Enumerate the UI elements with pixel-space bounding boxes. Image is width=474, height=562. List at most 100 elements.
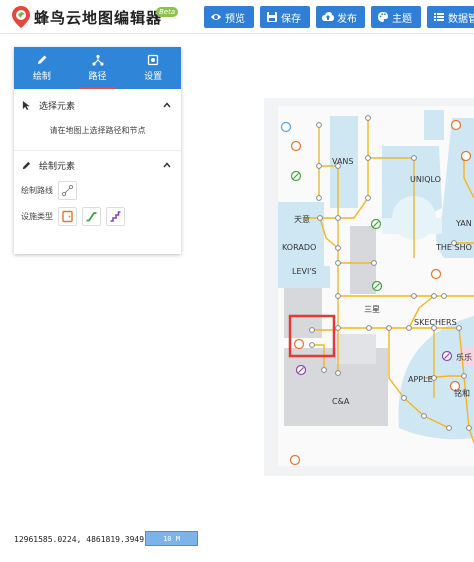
path-node[interactable] bbox=[366, 325, 372, 331]
theme-button-label: 主题 bbox=[392, 13, 412, 25]
store-block[interactable] bbox=[330, 116, 358, 158]
draw-path-label: 绘制路线 bbox=[21, 185, 53, 195]
save-icon bbox=[267, 12, 277, 22]
path-node[interactable] bbox=[309, 327, 315, 333]
path-node[interactable] bbox=[316, 163, 322, 169]
tab-settings-label: 设置 bbox=[144, 72, 163, 82]
atrium bbox=[382, 218, 442, 234]
path-node[interactable] bbox=[335, 293, 341, 299]
draw-path-tool-button[interactable] bbox=[58, 180, 77, 200]
pencil-icon bbox=[37, 55, 47, 64]
store-label-apple: APPLE bbox=[408, 375, 433, 384]
store-block[interactable] bbox=[424, 110, 444, 140]
store-label-canda: C&A bbox=[332, 397, 350, 406]
path-node[interactable] bbox=[461, 373, 467, 379]
chevron-up-icon[interactable] bbox=[163, 161, 171, 169]
select-section-header[interactable]: 选择元素 bbox=[14, 95, 181, 115]
path-node[interactable] bbox=[386, 325, 392, 331]
floor-map[interactable]: VANS UNIQLO 天意 KORADO LEVI'S 三星 SKECHERS… bbox=[264, 98, 474, 476]
facility-type-row: 设施类型 bbox=[14, 203, 181, 229]
escalator-icon bbox=[86, 211, 97, 221]
path-node[interactable] bbox=[411, 293, 417, 299]
restroom-marker-icon[interactable] bbox=[430, 268, 442, 280]
path-node[interactable] bbox=[431, 293, 437, 299]
restroom-marker-icon[interactable] bbox=[293, 338, 305, 350]
select-hint: 请在地图上选择路径和节点 bbox=[14, 115, 181, 151]
store-label-skechers: SKECHERS bbox=[414, 318, 457, 327]
theme-button[interactable]: 主题 bbox=[371, 6, 421, 28]
restroom-marker-icon[interactable] bbox=[289, 454, 301, 466]
tab-path[interactable]: 路径 bbox=[70, 47, 126, 89]
eye-icon bbox=[211, 14, 221, 20]
store-label-tianyi: 天意 bbox=[294, 214, 310, 224]
restroom-marker-icon[interactable] bbox=[290, 140, 302, 152]
coordinate-readout: 12961585.0224, 4861819.3949 bbox=[14, 535, 145, 544]
info-marker-icon[interactable] bbox=[280, 121, 292, 133]
path-node[interactable] bbox=[365, 195, 371, 201]
path-node[interactable] bbox=[401, 395, 407, 401]
edit-panel: 绘制 路径 设置 选择元素 请在地图上选择路径和节点 绘制元素 绘制路线 设施类… bbox=[14, 47, 181, 254]
facility-stairs-button[interactable] bbox=[106, 206, 125, 226]
save-button-label: 保存 bbox=[281, 13, 301, 25]
path-node[interactable] bbox=[309, 342, 315, 348]
path-node[interactable] bbox=[335, 245, 341, 251]
scale-bar: 10 M bbox=[145, 531, 198, 546]
path-node[interactable] bbox=[365, 115, 371, 121]
store-label-levis: LEVI'S bbox=[292, 267, 317, 276]
path-node[interactable] bbox=[335, 325, 341, 331]
draw-section-header[interactable]: 绘制元素 bbox=[14, 155, 181, 175]
save-button[interactable]: 保存 bbox=[260, 6, 310, 28]
store-label-korador: KORADO bbox=[282, 243, 316, 252]
path-node[interactable] bbox=[365, 155, 371, 161]
palette-icon bbox=[378, 12, 388, 22]
draw-path-row: 绘制路线 bbox=[14, 177, 181, 203]
data-manage-button[interactable]: 数据管 bbox=[427, 6, 474, 28]
pencil-icon bbox=[22, 161, 31, 169]
data-manage-button-label: 数据管 bbox=[448, 13, 474, 25]
chevron-up-icon[interactable] bbox=[163, 101, 171, 109]
tab-draw-label: 绘制 bbox=[32, 72, 51, 82]
store-label-vans: VANS bbox=[332, 157, 354, 166]
path-node[interactable] bbox=[411, 155, 417, 161]
store-label-lexing: 乐乐 bbox=[456, 352, 472, 362]
path-node[interactable] bbox=[335, 370, 341, 376]
publish-button-label: 发布 bbox=[337, 13, 357, 25]
beta-badge: Beta bbox=[156, 7, 179, 17]
app-header: 蜂鸟云地图编辑器 Beta 预览 保存 发布 主题 数据管 bbox=[0, 0, 474, 34]
path-node[interactable] bbox=[316, 195, 322, 201]
store-label-theshop: THE SHO bbox=[435, 243, 472, 252]
tab-path-label: 路径 bbox=[88, 72, 107, 82]
tab-draw[interactable]: 绘制 bbox=[14, 47, 70, 89]
path-node[interactable] bbox=[456, 325, 462, 331]
path-node[interactable] bbox=[321, 367, 327, 373]
path-node[interactable] bbox=[421, 413, 427, 419]
path-line-icon bbox=[61, 184, 74, 196]
map-canvas[interactable]: VANS UNIQLO 天意 KORADO LEVI'S 三星 SKECHERS… bbox=[264, 98, 474, 476]
tab-settings[interactable]: 设置 bbox=[125, 47, 181, 89]
draw-section-title: 绘制元素 bbox=[39, 161, 76, 172]
path-node[interactable] bbox=[371, 260, 377, 266]
facility-escalator-button[interactable] bbox=[82, 206, 101, 226]
facility-door-button[interactable] bbox=[58, 206, 77, 226]
restroom-marker-icon[interactable] bbox=[460, 150, 472, 162]
store-label-lianyu: 铭和 bbox=[454, 388, 470, 398]
path-node[interactable] bbox=[466, 425, 472, 431]
cloud-upload-icon bbox=[322, 12, 334, 21]
restroom-marker-icon[interactable] bbox=[450, 119, 462, 131]
path-node[interactable] bbox=[335, 215, 341, 221]
path-node[interactable] bbox=[335, 260, 341, 266]
path-node[interactable] bbox=[406, 325, 412, 331]
panel-tabs: 绘制 路径 设置 bbox=[14, 47, 181, 89]
path-node[interactable] bbox=[317, 215, 323, 221]
preview-button-label: 预览 bbox=[225, 13, 245, 25]
path-icon bbox=[91, 54, 104, 66]
preview-button[interactable]: 预览 bbox=[204, 6, 254, 28]
store-label-sanxing: 三星 bbox=[364, 305, 380, 314]
path-node[interactable] bbox=[316, 122, 322, 128]
path-node[interactable] bbox=[441, 293, 447, 299]
path-node[interactable] bbox=[446, 425, 452, 431]
select-section-title: 选择元素 bbox=[39, 101, 76, 112]
publish-button[interactable]: 发布 bbox=[316, 6, 365, 28]
door-icon bbox=[62, 210, 73, 222]
store-label-yan: YAN bbox=[455, 219, 472, 228]
